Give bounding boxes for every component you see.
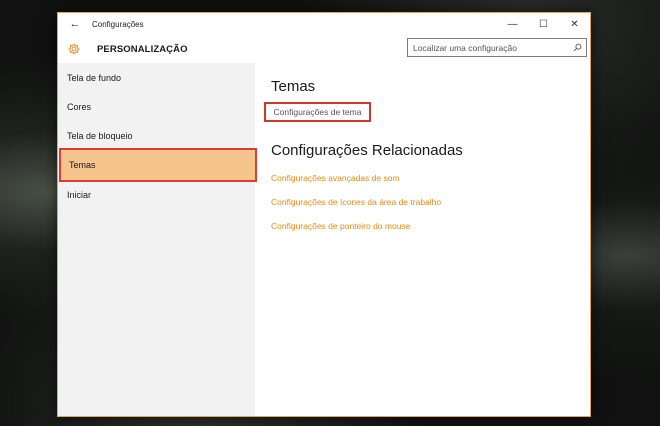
related-link-sound[interactable]: Configurações avançadas de som — [271, 173, 400, 183]
settings-window: ← Configurações — ☐ ✕ PERSONALIZAÇÃO Loc… — [57, 12, 591, 417]
page-title: PERSONALIZAÇÃO — [97, 43, 188, 55]
page-header: PERSONALIZAÇÃO Localizar uma configuraçã… — [58, 35, 590, 63]
minimize-button[interactable]: — — [497, 13, 528, 35]
theme-settings-link[interactable]: Configurações de tema — [264, 102, 371, 122]
main-content: Temas Configurações de tema Configuraçõe… — [255, 63, 590, 416]
sidebar-item-tela-de-bloqueio[interactable]: Tela de bloqueio — [58, 121, 255, 150]
window-title: Configurações — [92, 19, 144, 29]
sidebar-item-cores[interactable]: Cores — [58, 92, 255, 121]
back-button[interactable]: ← — [58, 13, 92, 35]
search-input[interactable]: Localizar uma configuração — [407, 38, 587, 57]
maximize-button[interactable]: ☐ — [528, 13, 559, 35]
related-link-desktop-icons[interactable]: Configurações de ícones da área de traba… — [271, 197, 441, 207]
title-bar: ← Configurações — ☐ ✕ — [58, 13, 590, 35]
section-title-related: Configurações Relacionadas — [271, 142, 463, 159]
related-link-mouse-pointer[interactable]: Configurações de ponteiro do mouse — [271, 221, 410, 231]
section-title-temas: Temas — [271, 78, 316, 95]
sidebar-item-iniciar[interactable]: Iniciar — [58, 180, 255, 209]
sidebar-item-tela-de-fundo[interactable]: Tela de fundo — [58, 63, 255, 92]
search-placeholder: Localizar uma configuração — [413, 42, 517, 53]
sidebar-item-temas[interactable]: Temas — [59, 148, 257, 182]
close-button[interactable]: ✕ — [559, 13, 590, 35]
search-icon[interactable] — [573, 43, 582, 52]
gear-icon — [68, 43, 80, 55]
sidebar: Tela de fundo Cores Tela de bloqueio Tem… — [58, 63, 257, 416]
